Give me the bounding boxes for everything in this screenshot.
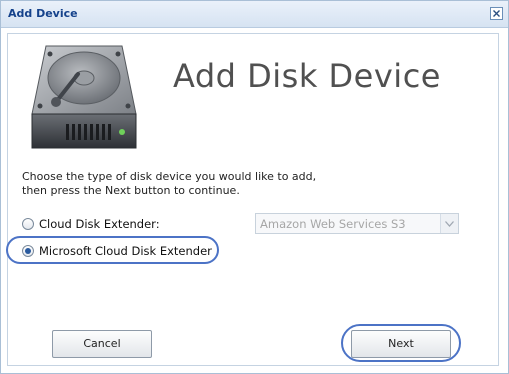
provider-select-value: Amazon Web Services S3 (260, 217, 406, 231)
page-title: Add Disk Device (173, 57, 441, 95)
option-microsoft-cloud-disk-extender[interactable]: Microsoft Cloud Disk Extender (22, 244, 212, 258)
instructions-text: Choose the type of disk device you would… (22, 170, 352, 198)
close-button[interactable] (490, 7, 503, 20)
provider-select[interactable]: Amazon Web Services S3 (255, 213, 459, 234)
cancel-button[interactable]: Cancel (52, 330, 152, 358)
provider-select-toggle[interactable] (440, 214, 458, 233)
option-cloud-disk-extender[interactable]: Cloud Disk Extender: (22, 217, 160, 231)
radio-cloud-disk-extender[interactable] (22, 218, 34, 230)
radio-microsoft-cloud-disk-extender[interactable] (22, 245, 34, 257)
hard-disk-icon (31, 45, 137, 149)
option-label: Microsoft Cloud Disk Extender (39, 244, 212, 258)
dialog-title: Add Device (8, 7, 78, 20)
chevron-down-icon (445, 221, 454, 227)
close-icon (493, 10, 500, 17)
dialog-titlebar: Add Device (1, 1, 508, 28)
option-label: Cloud Disk Extender: (39, 217, 160, 231)
instructions-line-2: then press the Next button to continue. (22, 184, 240, 197)
instructions-line-1: Choose the type of disk device you would… (22, 170, 317, 183)
next-button[interactable]: Next (351, 330, 451, 358)
